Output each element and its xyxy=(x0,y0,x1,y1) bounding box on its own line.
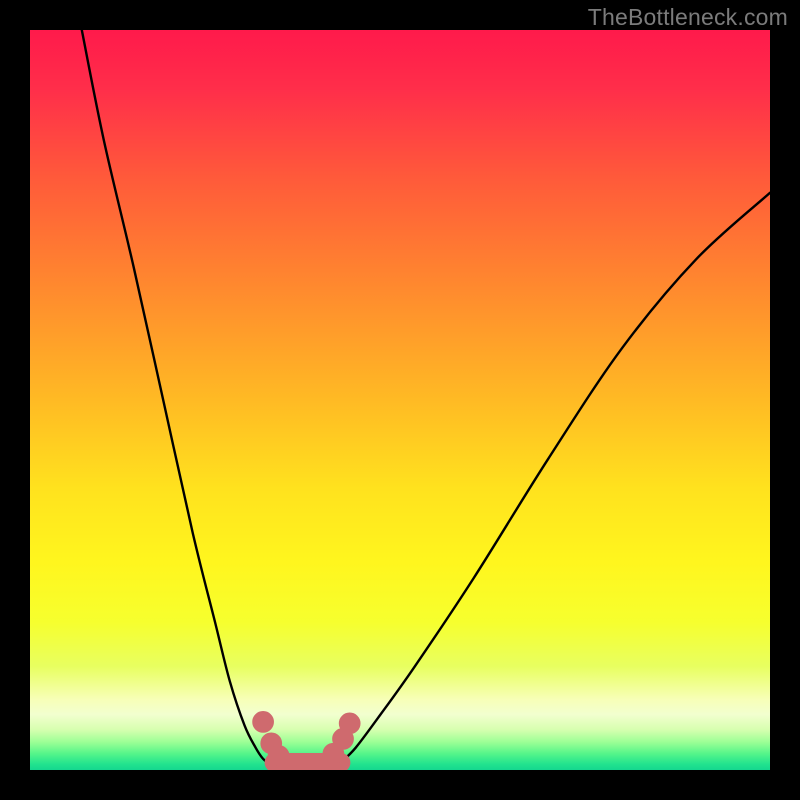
curve-marker xyxy=(253,712,274,733)
curve-marker xyxy=(339,713,360,734)
bottleneck-curve xyxy=(30,30,770,770)
watermark-text: TheBottleneck.com xyxy=(588,4,788,31)
curve-left-branch xyxy=(82,30,268,763)
outer-frame: TheBottleneck.com xyxy=(0,0,800,800)
plot-area xyxy=(30,30,770,770)
curve-marker xyxy=(268,746,289,767)
curve-right-branch xyxy=(341,193,770,763)
